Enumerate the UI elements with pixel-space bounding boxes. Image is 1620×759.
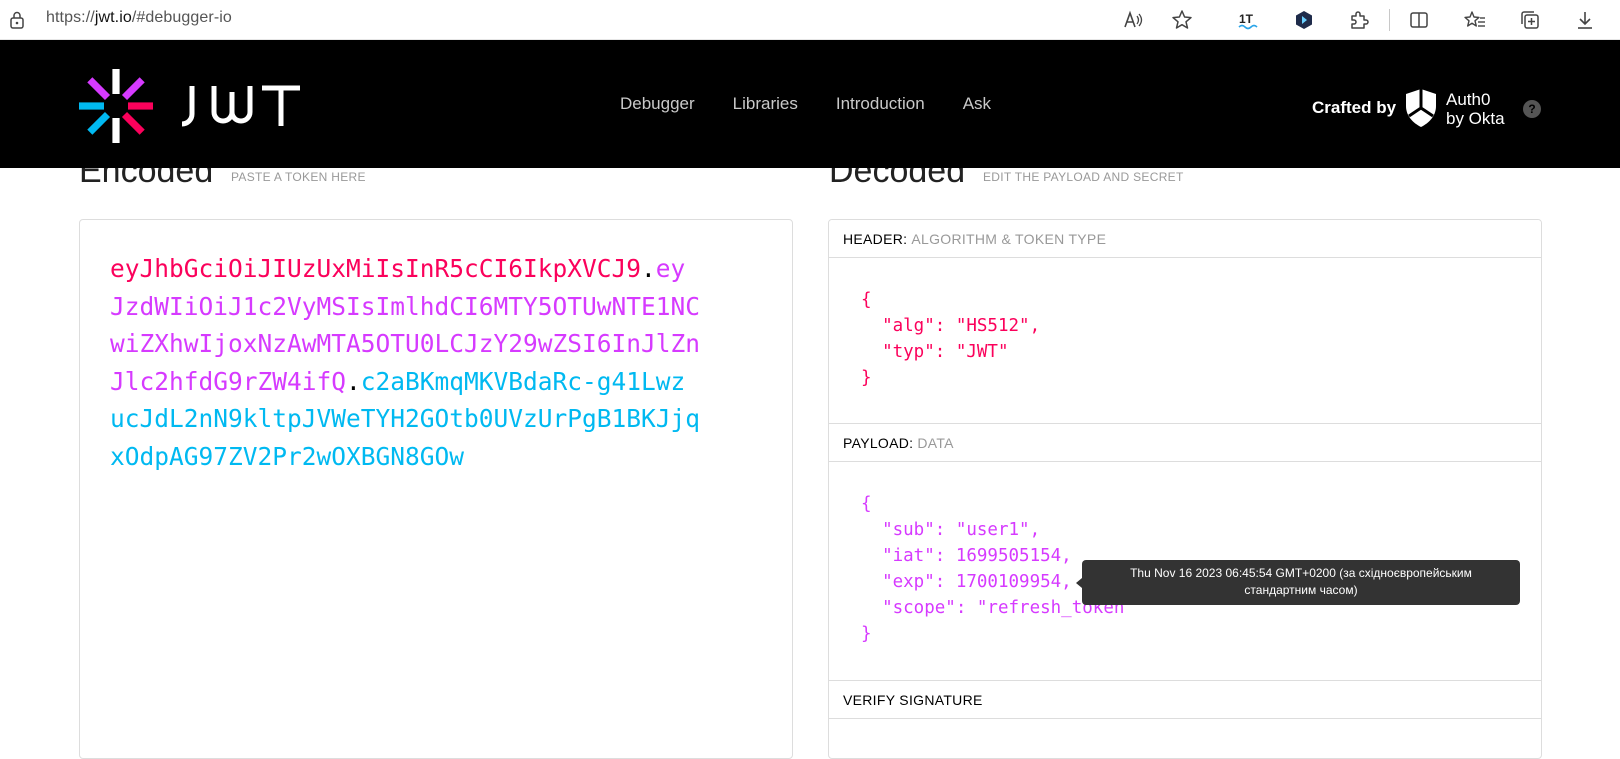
tooltip-line1: Thu Nov 16 2023 06:45:54 GMT+0200 (за сх… <box>1130 566 1472 580</box>
collections-icon[interactable] <box>1516 6 1544 34</box>
nav-introduction[interactable]: Introduction <box>836 94 925 114</box>
lt-extension-icon[interactable]: 1T <box>1235 6 1263 34</box>
site-header: Debugger Libraries Introduction Ask Craf… <box>0 40 1620 168</box>
decoded-panel: HEADER: ALGORITHM & TOKEN TYPE { "alg": "… <box>828 219 1542 759</box>
tooltip-line2: стандартним часом) <box>1244 583 1358 597</box>
header-section-label: HEADER: <box>843 231 908 247</box>
token-header-part: eyJhbGciOiJIUzUxMiIsInR5cCI6IkpXVCJ9 <box>110 254 642 283</box>
help-icon[interactable]: ? <box>1523 100 1541 118</box>
jwt-logo-icon[interactable] <box>78 68 154 144</box>
main-nav: Debugger Libraries Introduction Ask <box>620 94 1029 114</box>
token-dot: . <box>346 366 361 396</box>
exp-date-tooltip: Thu Nov 16 2023 06:45:54 GMT+0200 (за сх… <box>1076 560 1520 605</box>
toolbar-separator <box>1389 9 1390 31</box>
download-icon[interactable] <box>1571 6 1599 34</box>
header-section-sub: ALGORITHM & TOKEN TYPE <box>911 231 1107 247</box>
read-aloud-icon[interactable] <box>1119 6 1147 34</box>
url-path: /#debugger-io <box>131 9 232 26</box>
extensions-puzzle-icon[interactable] <box>1345 6 1373 34</box>
favorites-icon[interactable] <box>1461 6 1489 34</box>
url-prefix: https:// <box>46 9 95 26</box>
header-section-title: HEADER: ALGORITHM & TOKEN TYPE <box>829 220 1541 258</box>
jwt-wordmark-icon <box>181 85 300 127</box>
auth0-line2: by Okta <box>1446 109 1505 128</box>
verify-signature-label: VERIFY SIGNATURE <box>843 692 983 708</box>
payload-section-label: PAYLOAD: <box>843 435 914 451</box>
payload-section-title: PAYLOAD: DATA <box>829 424 1541 462</box>
lock-icon[interactable] <box>8 10 26 30</box>
nav-libraries[interactable]: Libraries <box>733 94 798 114</box>
auth0-line1: Auth0 <box>1446 90 1491 109</box>
extension-hex-icon[interactable] <box>1290 6 1318 34</box>
decoded-subtitle: EDIT THE PAYLOAD AND SECRET <box>983 170 1184 184</box>
auth0-shield-icon[interactable] <box>1404 88 1438 128</box>
nav-debugger[interactable]: Debugger <box>620 94 695 114</box>
auth0-by-okta-link[interactable]: Auth0 by Okta <box>1446 90 1505 128</box>
token-dot: . <box>641 254 656 283</box>
svg-text:1T: 1T <box>1239 12 1254 26</box>
split-screen-icon[interactable] <box>1405 6 1433 34</box>
encoded-token[interactable]: eyJhbGciOiJIUzUxMiIsInR5cCI6IkpXVCJ9.eyJ… <box>110 250 700 475</box>
verify-signature-section-title[interactable]: VERIFY SIGNATURE <box>829 681 1541 719</box>
favorite-star-icon[interactable] <box>1168 6 1196 34</box>
nav-ask[interactable]: Ask <box>963 94 991 114</box>
header-json-editor[interactable]: { "alg": "HS512", "typ": "JWT" } <box>861 287 1040 391</box>
url-host: jwt.io <box>94 9 132 26</box>
address-bar[interactable]: https://jwt.io/#debugger-io <box>46 9 232 27</box>
crafted-by-label: Crafted by <box>1312 98 1397 117</box>
encoded-subtitle: PASTE A TOKEN HERE <box>231 170 366 184</box>
browser-toolbar: https://jwt.io/#debugger-io 1T <box>0 0 1620 40</box>
payload-section-sub: DATA <box>917 435 954 451</box>
